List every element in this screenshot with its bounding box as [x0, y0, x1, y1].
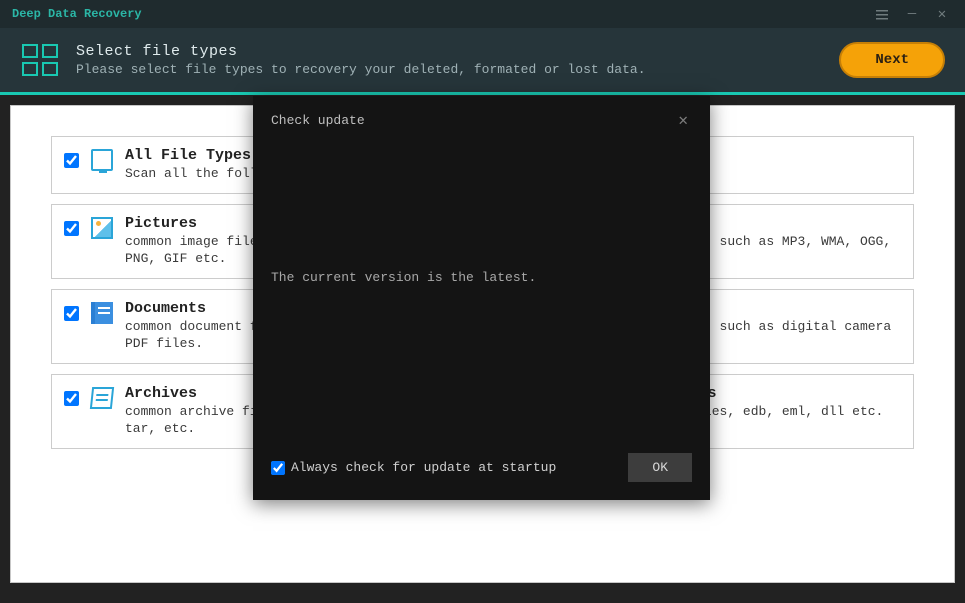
update-dialog: Check update ✕ The current version is th…: [253, 96, 710, 500]
dialog-checkbox-text: Always check for update at startup: [291, 460, 556, 475]
dialog-title: Check update: [271, 113, 365, 128]
filetype-checkbox-documents[interactable]: [64, 306, 79, 321]
dialog-checkbox-label[interactable]: Always check for update at startup: [271, 460, 556, 475]
filetype-checkbox-pictures[interactable]: [64, 221, 79, 236]
close-button[interactable]: ✕: [927, 3, 957, 25]
titlebar: Deep Data Recovery — ✕: [0, 0, 965, 28]
monitor-icon: [91, 149, 113, 171]
menu-button[interactable]: [867, 3, 897, 25]
dialog-startup-checkbox[interactable]: [271, 461, 285, 475]
picture-icon: [91, 217, 113, 239]
page-title: Select file types: [76, 43, 646, 60]
header: Select file types Please select file typ…: [0, 28, 965, 95]
dialog-message: The current version is the latest.: [271, 270, 536, 285]
page-subtitle: Please select file types to recovery you…: [76, 62, 646, 77]
dialog-ok-button[interactable]: OK: [628, 453, 692, 482]
dialog-close-icon[interactable]: ✕: [674, 110, 692, 130]
document-icon: [91, 302, 113, 324]
archive-icon: [91, 387, 113, 409]
filetype-checkbox-all[interactable]: [64, 153, 79, 168]
app-title: Deep Data Recovery: [8, 7, 142, 21]
filetype-checkbox-archives[interactable]: [64, 391, 79, 406]
minimize-button[interactable]: —: [897, 3, 927, 25]
next-button[interactable]: Next: [839, 42, 945, 78]
app-icon: [20, 40, 68, 80]
